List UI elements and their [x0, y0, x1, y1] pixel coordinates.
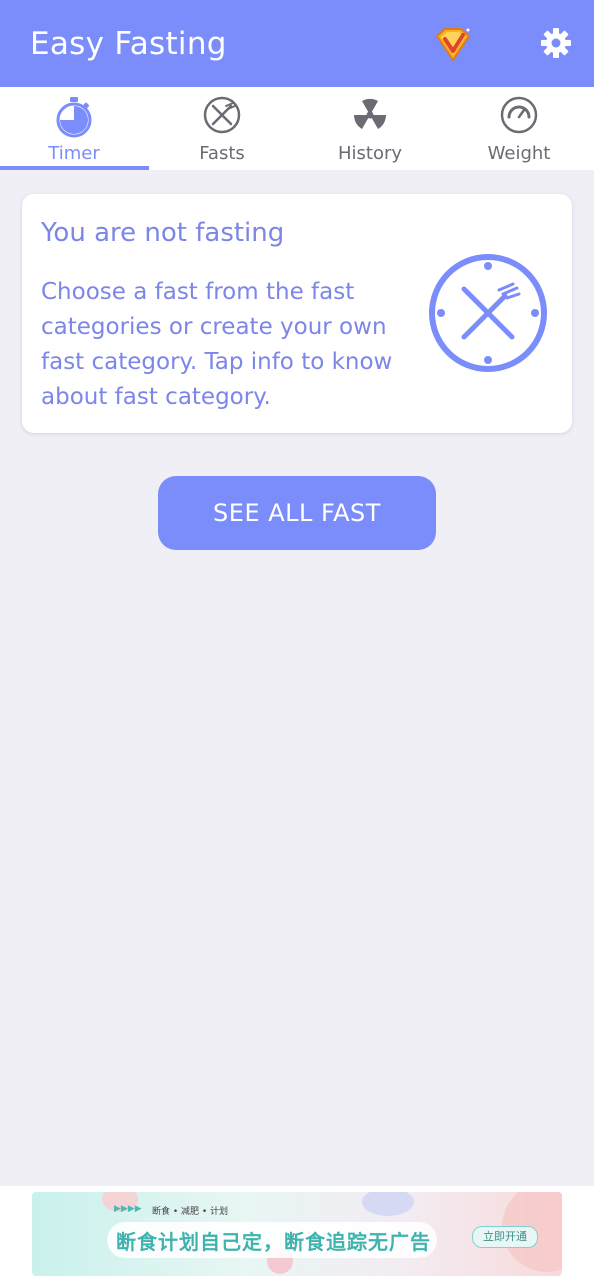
tab-timer[interactable]: Timer [0, 87, 148, 170]
ad-arrows: ▶▶▶▶ [114, 1204, 142, 1214]
settings-gear-icon[interactable] [540, 27, 572, 59]
active-tab-indicator [0, 166, 149, 170]
tab-label: History [337, 143, 403, 164]
app-title: Easy Fasting [30, 26, 227, 62]
tab-label: Timer [48, 143, 100, 164]
tab-weight[interactable]: Weight [445, 87, 593, 170]
tab-bar: Timer Fasts History Weight [0, 87, 594, 170]
premium-diamond-icon[interactable] [432, 26, 474, 64]
app-bar: Easy Fasting [0, 0, 594, 87]
see-all-fast-button[interactable]: SEE ALL FAST [158, 476, 436, 550]
ad-banner[interactable]: ▶▶▶▶ 断食 • 减肥 • 计划 断食计划自己定，断食追踪无广告 立即开通 [32, 1192, 562, 1276]
tab-label: Weight [487, 143, 551, 164]
tab-history[interactable]: History [296, 87, 444, 170]
stopwatch-icon [56, 97, 92, 138]
scale-gauge-icon [500, 96, 538, 134]
ad-headline: 断食计划自己定，断食追踪无广告 [116, 1230, 431, 1254]
radiation-icon [353, 98, 387, 129]
fork-knife-icon [203, 96, 241, 134]
ad-tagline: 断食 • 减肥 • 计划 [152, 1207, 229, 1217]
tab-label: Fasts [199, 143, 245, 164]
ad-open-button[interactable]: 立即开通 [472, 1226, 538, 1248]
ad-decoration [362, 1192, 414, 1216]
status-title: You are not fasting [41, 218, 285, 248]
clock-cutlery-icon [429, 254, 547, 372]
tab-fasts[interactable]: Fasts [148, 87, 296, 170]
status-description: Choose a fast from the fast categories o… [41, 279, 393, 410]
fasting-status-card: You are not fasting Choose a fast from t… [22, 194, 572, 433]
ad-container: ▶▶▶▶ 断食 • 减肥 • 计划 断食计划自己定，断食追踪无广告 立即开通 [0, 1186, 594, 1280]
